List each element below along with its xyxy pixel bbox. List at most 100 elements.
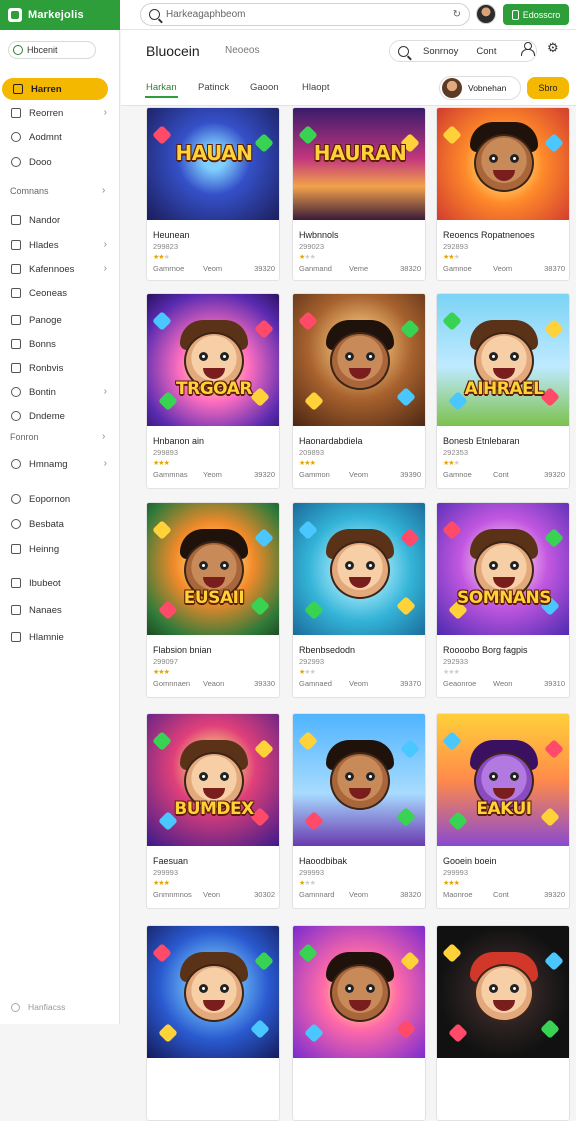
game-thumbnail[interactable]: [437, 108, 569, 220]
cta-button[interactable]: Sbro: [527, 77, 569, 99]
game-thumbnail[interactable]: [293, 503, 425, 635]
game-card[interactable]: Rbenbsedodn 292993 ★★★ Gamnaed Veom 39370: [292, 502, 426, 698]
game-thumbnail[interactable]: [293, 714, 425, 846]
sidebar-item-items2-4[interactable]: Panoge: [0, 310, 120, 330]
game-logo-text: HAURAN: [313, 141, 407, 165]
game-title[interactable]: Hwbnnols: [299, 230, 339, 240]
sidebar-item-items-0[interactable]: Harren: [2, 78, 108, 100]
game-title[interactable]: Reoencs Ropatnenoes: [443, 230, 535, 240]
game-thumbnail[interactable]: [437, 926, 569, 1058]
shield-icon: [11, 544, 21, 554]
play-count: 209893: [299, 448, 325, 457]
game-title[interactable]: Flabsion bnian: [153, 645, 212, 655]
sidebar-item-label: Ceoneas: [29, 287, 68, 299]
game-thumbnail[interactable]: AIHRAEL: [437, 294, 569, 426]
game-thumbnail[interactable]: EAKUI: [437, 714, 569, 846]
game-thumbnail[interactable]: HAUAN: [147, 108, 279, 220]
game-card[interactable]: [146, 925, 280, 1121]
game-thumbnail[interactable]: [147, 926, 279, 1058]
sidebar-filter-tag[interactable]: Hbcenit: [8, 41, 96, 59]
sort-button[interactable]: Sonrnoy: [423, 46, 458, 57]
game-card[interactable]: HAURAN Hwbnnols 299023 ★★★ Ganmand Veme 38320: [292, 107, 426, 281]
game-thumbnail[interactable]: EUSAII: [147, 503, 279, 635]
sidebar-item-items-1[interactable]: Reorren ›: [0, 103, 120, 123]
sidebar-item-items2-3[interactable]: Ceoneas: [0, 283, 120, 303]
sidebar-item-items2-0[interactable]: Nandor: [0, 210, 120, 230]
search-icon[interactable]: [398, 45, 409, 57]
game-title[interactable]: Roooobo Borg fagpis: [443, 645, 528, 655]
tab-2[interactable]: Gaoon: [250, 82, 279, 93]
game-card[interactable]: AIHRAEL Bonesb Etnlebaran 292353 ★★★ Gamnoe C…: [436, 293, 570, 489]
game-card[interactable]: BUMDEX Faesuan 299993 ★★★ Gnmnmnos Veon 30302: [146, 713, 280, 909]
card-footer-f3: 38370: [544, 264, 565, 273]
tab-1[interactable]: Patinck: [198, 82, 229, 93]
game-thumbnail[interactable]: [293, 294, 425, 426]
sidebar-item-items2-6[interactable]: Ronbvis: [0, 358, 120, 378]
star-icon: ★: [309, 880, 316, 887]
creator-pill[interactable]: Vobnehan: [439, 76, 521, 100]
list-icon: [11, 632, 21, 642]
game-card[interactable]: TRGOAR Hnbanon ain 299893 ★★★ Gammnas Yeom 393…: [146, 293, 280, 489]
game-thumbnail[interactable]: HAURAN: [293, 108, 425, 220]
game-card[interactable]: [292, 925, 426, 1121]
character-face: [330, 332, 390, 390]
character-face: [330, 541, 390, 599]
cost-button[interactable]: Cont: [476, 46, 496, 57]
user-icon[interactable]: [521, 42, 535, 56]
game-card[interactable]: Haoodbibak 299993 ★★★ Gamnnard Veom 38320: [292, 713, 426, 909]
game-thumbnail[interactable]: SOMNANS: [437, 503, 569, 635]
game-card[interactable]: HAUAN Heunean 299823 ★★★ Gamrnoe Veom 39320: [146, 107, 280, 281]
file-icon: [11, 288, 21, 298]
game-card[interactable]: [436, 925, 570, 1121]
sidebar-item-label: Dooo: [29, 156, 52, 168]
play-count: 299993: [299, 868, 325, 877]
url-text[interactable]: Harkeagaphbeom: [166, 9, 447, 20]
game-card[interactable]: EUSAII Flabsion bnian 299097 ★★★ Gomnnaen Vea…: [146, 502, 280, 698]
chevron-right-icon[interactable]: ›: [102, 185, 105, 196]
game-thumbnail[interactable]: BUMDEX: [147, 714, 279, 846]
rating-stars: ★★★: [153, 459, 170, 467]
sidebar-item-items-3[interactable]: Dooo: [0, 152, 120, 172]
sidebar-item-items2-1[interactable]: Hlades ›: [0, 235, 120, 255]
inbox-icon: [11, 339, 21, 349]
sidebar-item-items3-1[interactable]: Eopornon: [0, 489, 120, 509]
game-title[interactable]: Hnbanon ain: [153, 436, 204, 446]
sidebar-item-items3-6[interactable]: Hlamnie: [0, 627, 120, 647]
game-card[interactable]: EAKUI Gooein boein 299993 ★★★ Maonroe Cont 393…: [436, 713, 570, 909]
game-title[interactable]: Heunean: [153, 230, 190, 240]
game-thumbnail[interactable]: TRGOAR: [147, 294, 279, 426]
game-card[interactable]: Reoencs Ropatnenoes 292893 ★★★ Gamnoe Veom 38…: [436, 107, 570, 281]
sidebar-item-items2-7[interactable]: Bontin ›: [0, 382, 120, 402]
game-title[interactable]: Bonesb Etnlebaran: [443, 436, 520, 446]
sidebar-tag-label: Hbcenit: [27, 45, 58, 55]
game-title[interactable]: Faesuan: [153, 856, 188, 866]
sidebar-item-items3-5[interactable]: Nanaes: [0, 600, 120, 620]
sidebar-item-items2-5[interactable]: Bonns: [0, 334, 120, 354]
sidebar-item-items3-4[interactable]: Ibubeot: [0, 573, 120, 593]
sidebar-item-items3-0[interactable]: Hmnamg ›: [0, 454, 120, 474]
game-title[interactable]: Gooein boein: [443, 856, 497, 866]
gear-icon[interactable]: ⚙: [547, 41, 559, 54]
game-card[interactable]: SOMNANS Roooobo Borg fagpis 292933 ★★★ Geaon…: [436, 502, 570, 698]
sidebar-item-label: Harren: [31, 83, 62, 95]
chevron-right-icon[interactable]: ›: [102, 431, 105, 442]
sidebar-footer[interactable]: Hanfiacss: [11, 1002, 65, 1012]
tab-3[interactable]: Hlaopt: [302, 82, 329, 93]
reload-icon[interactable]: ↻: [453, 9, 461, 20]
address-bar[interactable]: Harkeagaphbeom ↻: [140, 3, 470, 26]
sidebar-item-items2-2[interactable]: Kafennoes ›: [0, 259, 120, 279]
game-card[interactable]: Haonardabdiela 209893 ★★★ Gammon Veom 39390: [292, 293, 426, 489]
brand[interactable]: Markejolis: [0, 0, 120, 30]
game-thumbnail[interactable]: [293, 926, 425, 1058]
tab-0[interactable]: Harkan: [145, 82, 178, 98]
game-title[interactable]: Rbenbsedodn: [299, 645, 355, 655]
sidebar-item-items3-2[interactable]: Besbata: [0, 514, 120, 534]
sidebar-item-items-2[interactable]: Aodmnt: [0, 127, 120, 147]
game-title[interactable]: Haonardabdiela: [299, 436, 363, 446]
sidebar-item-items3-3[interactable]: Heinng: [0, 539, 120, 559]
game-title[interactable]: Haoodbibak: [299, 856, 347, 866]
avatar[interactable]: [476, 4, 496, 24]
device-button[interactable]: Edosscro: [503, 4, 569, 25]
character-eyes: [489, 352, 519, 361]
sidebar-item-items2-8[interactable]: Dndeme: [0, 406, 120, 426]
